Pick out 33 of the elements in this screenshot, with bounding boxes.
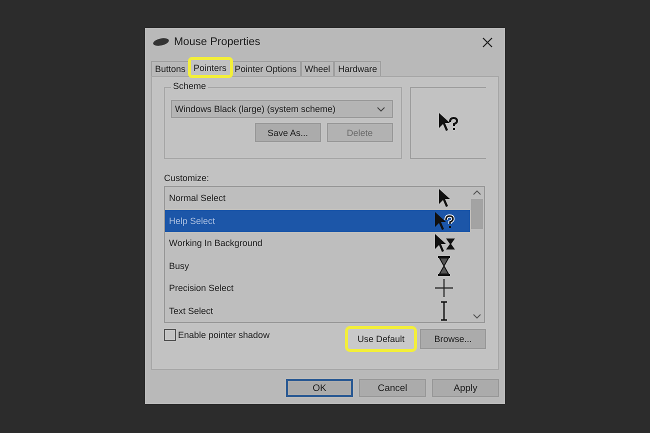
tab[interactable]: Pointers bbox=[190, 59, 231, 76]
scroll-down-icon[interactable] bbox=[473, 314, 481, 319]
text-cursor-icon bbox=[440, 300, 448, 321]
working-pointer-icon bbox=[433, 233, 455, 254]
list-item[interactable]: Text Select bbox=[165, 300, 470, 322]
hourglass-icon bbox=[438, 256, 450, 276]
customize-label: Customize: bbox=[164, 173, 210, 183]
shadow-checkbox[interactable]: Enable pointer shadow bbox=[164, 329, 270, 341]
arrow-pointer-icon bbox=[437, 188, 451, 208]
dialog-button[interactable]: Apply bbox=[432, 379, 499, 397]
list-item[interactable]: Normal Select bbox=[165, 187, 470, 210]
scheme-dropdown[interactable]: Windows Black (large) (system scheme) bbox=[171, 100, 393, 118]
help-pointer-icon bbox=[433, 210, 455, 231]
dialog-button[interactable]: OK bbox=[286, 379, 353, 397]
group-label: Scheme bbox=[171, 81, 208, 91]
list-item[interactable]: Working In Background bbox=[165, 232, 470, 254]
scrollbar-thumb[interactable] bbox=[471, 199, 483, 229]
list-item[interactable]: Help Select bbox=[165, 210, 470, 232]
list-action-button[interactable]: Browse... bbox=[420, 329, 486, 349]
list-item[interactable]: Busy bbox=[165, 254, 470, 277]
crosshair-icon bbox=[435, 279, 453, 298]
tab[interactable]: Hardware bbox=[334, 61, 382, 76]
tab[interactable]: Wheel bbox=[300, 61, 334, 76]
tab[interactable]: Buttons bbox=[151, 61, 190, 76]
mouse-icon bbox=[153, 38, 169, 46]
window-title: Mouse Properties bbox=[174, 36, 262, 48]
list-action-button[interactable]: Use Default bbox=[348, 329, 414, 349]
scroll-up-icon[interactable] bbox=[473, 190, 481, 195]
dialog-button[interactable]: Cancel bbox=[359, 379, 426, 397]
close-icon[interactable] bbox=[482, 36, 493, 48]
tab[interactable]: Pointer Options bbox=[230, 61, 301, 76]
list-item[interactable]: Precision Select bbox=[165, 277, 470, 300]
scheme-button[interactable]: Save As... bbox=[254, 123, 321, 142]
